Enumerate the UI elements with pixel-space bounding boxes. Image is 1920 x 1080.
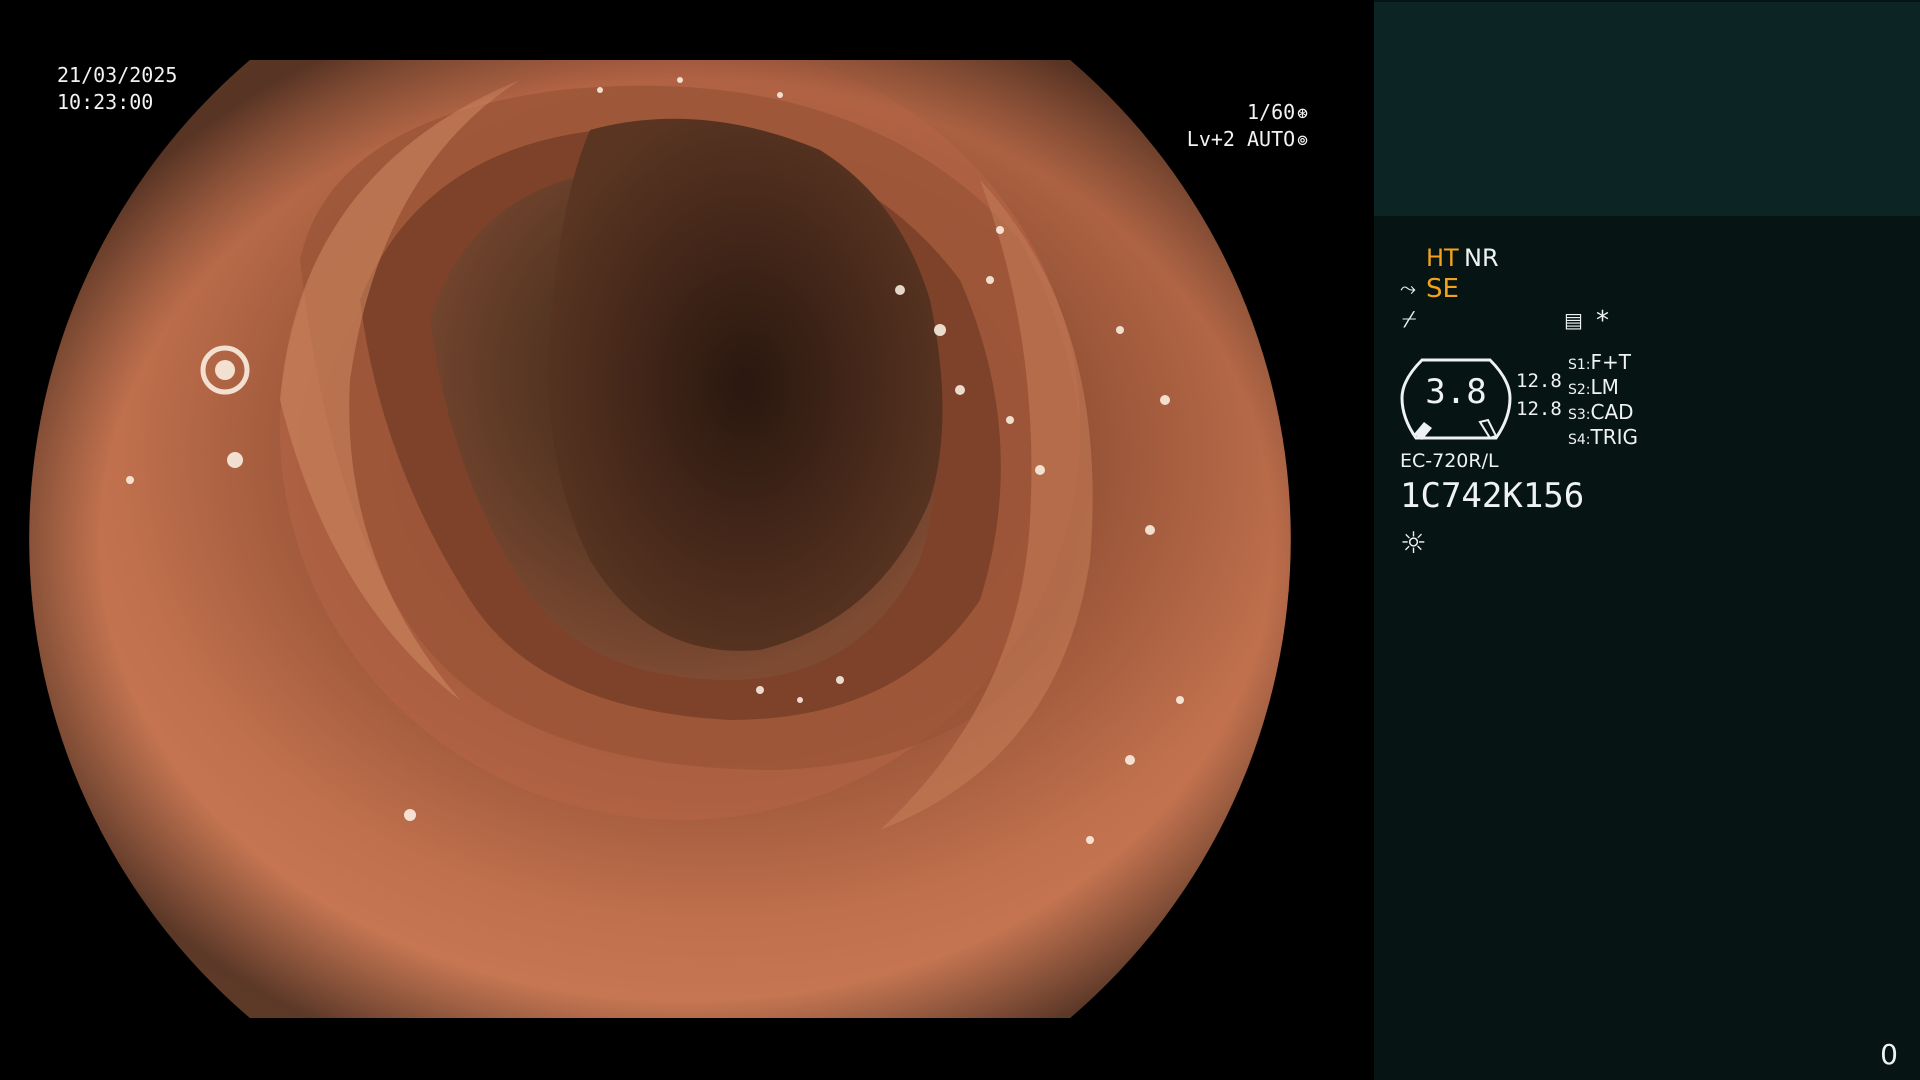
switch-row-1: S1:F+T (1568, 350, 1631, 374)
switch-value: F+T (1590, 350, 1631, 374)
star-icon: * (1596, 306, 1609, 336)
gauge-value: 3.8 (1425, 372, 1487, 412)
light-icon: ☼ (1400, 526, 1427, 561)
endoscope-view: 21/03/2025 10:23:00 1/60 ⊛ Lv+2 AUTO ⊚ (0, 0, 1374, 1080)
switch-value: CAD (1590, 400, 1634, 424)
switch-key: S4: (1568, 432, 1591, 448)
readout-1: 12.8 (1516, 370, 1562, 392)
switch-row-4: S4:TRIG (1568, 425, 1638, 449)
info-panel: HT NR ⤳ SE ⌿ ▤ * 3.8 12.8 12.8 S1:F+T S2… (1374, 0, 1920, 1080)
nr-indicator: NR (1464, 244, 1499, 272)
freeze-icon: ⌿ (1402, 305, 1417, 333)
switch-key: S3: (1568, 407, 1591, 423)
image-counter: 0 (1880, 1038, 1898, 1071)
scope-model: EC-720R/L (1400, 450, 1499, 472)
se-indicator: SE (1426, 274, 1459, 304)
osd-date: 21/03/2025 (57, 63, 178, 87)
scope-serial: 1C742K156 (1400, 476, 1585, 516)
switch-value: TRIG (1590, 425, 1639, 449)
endoscopic-image (29, 60, 1291, 1018)
readout-2: 12.8 (1516, 398, 1562, 420)
memo-icon: ▤ (1564, 308, 1583, 332)
switch-row-2: S2:LM (1568, 375, 1619, 399)
aperture-icon: ⊛ (1297, 103, 1308, 124)
osd-shutter-value: 1/60 (1246, 100, 1296, 124)
iris-icon: ⊚ (1297, 130, 1308, 151)
scope-icon: ⤳ (1400, 276, 1416, 300)
switch-value: LM (1590, 375, 1619, 399)
osd-level-value: Lv+2 AUTO (1186, 127, 1296, 151)
ht-indicator: HT (1426, 244, 1459, 272)
switch-key: S2: (1568, 382, 1591, 398)
switch-row-3: S3:CAD (1568, 400, 1634, 424)
osd-shutter: 1/60 ⊛ (1247, 99, 1308, 127)
osd-level: Lv+2 AUTO ⊚ (1187, 126, 1308, 154)
switch-key: S1: (1568, 357, 1591, 373)
osd-time: 10:23:00 (57, 90, 154, 114)
panel-header-area (1374, 2, 1920, 216)
